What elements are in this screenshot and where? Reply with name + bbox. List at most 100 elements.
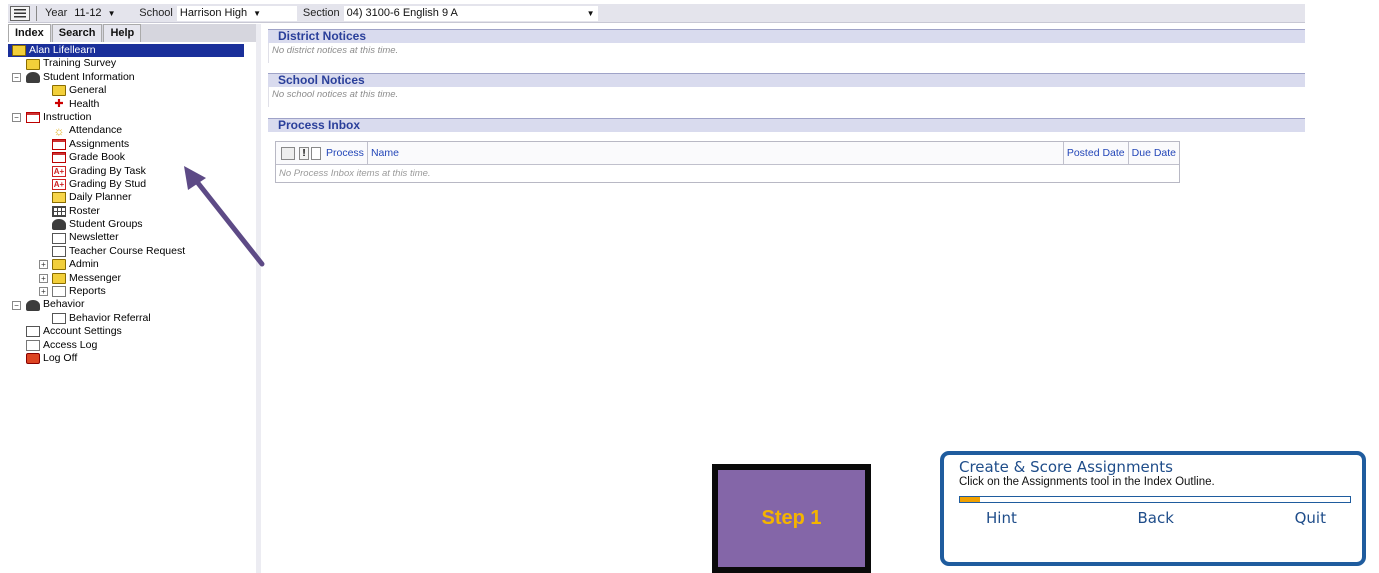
tree-item-label: Grade Book: [69, 151, 126, 164]
expand-icon[interactable]: +: [39, 260, 48, 270]
process-inbox-empty: No Process Inbox items at this time.: [279, 168, 431, 179]
section-value: 04) 3100-6 English 9 A: [346, 7, 458, 19]
school-notices-title: School Notices: [268, 73, 1305, 87]
index-panel: Index Search Help Alan Lifellearn Traini…: [8, 24, 261, 573]
tree-item-label: Log Off: [43, 351, 78, 364]
back-button[interactable]: Back: [1138, 509, 1174, 527]
tree-item-general[interactable]: General: [8, 84, 256, 97]
tree-item-label: Grading By Task: [69, 164, 146, 177]
collapse-icon[interactable]: −: [12, 300, 21, 310]
edit-icon: [52, 313, 66, 324]
folder-icon: [52, 85, 66, 97]
year-select[interactable]: 11-12 ▼: [71, 6, 133, 21]
column-posted-date[interactable]: Posted Date: [1064, 147, 1128, 159]
tree-item-label: Teacher Course Request: [69, 244, 186, 257]
year-label: Year: [45, 7, 68, 19]
tab-index[interactable]: Index: [8, 24, 51, 42]
column-process[interactable]: Process: [323, 147, 367, 159]
district-notices: District Notices No district notices at …: [268, 29, 1305, 63]
tree-item-assignments[interactable]: Assignments: [8, 138, 256, 151]
tree-item-user[interactable]: Alan Lifellearn: [8, 44, 244, 58]
tree-item-label: Student Groups: [69, 218, 143, 231]
chevron-down-icon: ▼: [107, 8, 116, 18]
tab-search[interactable]: Search: [51, 24, 103, 42]
section-select[interactable]: 04) 3100-6 English 9 A ▼: [343, 5, 598, 21]
table-header: ! Process Name Posted Date Due Date: [276, 141, 1179, 165]
district-notices-title: District Notices: [268, 29, 1305, 43]
edit-icon: [52, 246, 66, 258]
tree-item-label: Instruction: [43, 110, 92, 123]
tab-help[interactable]: Help: [103, 24, 142, 42]
tree-item-label: Admin: [69, 258, 99, 271]
document-icon: [52, 286, 66, 298]
step-label: Step 1: [761, 507, 822, 529]
log-off-icon: [26, 353, 40, 365]
expand-icon[interactable]: +: [39, 287, 48, 297]
roster-icon: [52, 205, 66, 217]
folder-icon: [52, 259, 66, 271]
step-box: Step 1: [712, 464, 871, 573]
chevron-down-icon: ▼: [586, 8, 595, 18]
folder-icon: [26, 58, 40, 70]
tree-item-instruction[interactable]: − Instruction: [8, 111, 256, 124]
quit-button[interactable]: Quit: [1295, 509, 1326, 527]
column-name[interactable]: Name: [368, 147, 1063, 159]
tree-item-label: Training Survey: [43, 57, 117, 70]
grading-icon: A+: [52, 179, 66, 191]
tree-item-account-settings[interactable]: Account Settings: [8, 325, 256, 338]
school-select[interactable]: Harrison High ▼: [176, 5, 297, 21]
expand-icon[interactable]: +: [39, 273, 48, 283]
section-label: Section: [302, 7, 340, 19]
tree-item-label: Health: [69, 97, 100, 110]
document-icon: [26, 339, 40, 351]
column-due-date[interactable]: Due Date: [1129, 147, 1179, 159]
tree-item-reports[interactable]: + Reports: [8, 285, 256, 298]
tree-item-log-off[interactable]: Log Off: [8, 352, 256, 365]
attendance-icon: ☼: [53, 123, 65, 138]
process-inbox: Process Inbox: [268, 118, 1305, 132]
tree-item-messenger[interactable]: + Messenger: [8, 272, 256, 285]
tutorial-buttons: Hint Back Quit: [959, 509, 1352, 527]
tree-item-label: Messenger: [69, 271, 121, 284]
tree-item-behavior-referral[interactable]: Behavior Referral: [8, 312, 256, 325]
collapse-icon[interactable]: −: [12, 113, 21, 123]
pointer-arrow-icon: [184, 166, 265, 267]
collapse-icon[interactable]: −: [12, 72, 21, 82]
user-folder-icon: [12, 45, 26, 57]
tree-item-access-log[interactable]: Access Log: [8, 339, 256, 352]
behavior-icon: [26, 299, 40, 311]
hint-button[interactable]: Hint: [986, 509, 1017, 527]
tutorial-instruction: Click on the Assignments tool in the Ind…: [959, 476, 1215, 488]
tree-item-grade-book[interactable]: Grade Book: [8, 151, 256, 164]
school-label: School: [139, 7, 173, 19]
main-content: District Notices No district notices at …: [268, 24, 1305, 132]
toolbar: Year 11-12 ▼ School Harrison High ▼ Sect…: [8, 4, 1305, 23]
tree-item-label: Behavior: [43, 298, 85, 311]
priority-icon: !: [299, 146, 309, 160]
tutorial-panel: Create & Score Assignments Click on the …: [940, 451, 1366, 566]
tree-item-label: Attendance: [69, 124, 123, 137]
edit-icon: [26, 326, 40, 338]
process-inbox-table: ! Process Name Posted Date Due Date No P…: [275, 141, 1180, 183]
process-inbox-title: Process Inbox: [268, 118, 1305, 132]
calendar-icon: [52, 192, 66, 204]
tree-item-label: Behavior Referral: [69, 311, 151, 324]
tree-item-health[interactable]: ✚ Health: [8, 98, 256, 111]
group-icon: [52, 219, 66, 231]
tree-item-label: Grading By Stud: [69, 177, 147, 190]
health-icon: ✚: [54, 97, 64, 110]
tree-item-attendance[interactable]: ☼ Attendance: [8, 124, 256, 137]
tree-item-label: Daily Planner: [69, 191, 132, 204]
student-icon: [26, 71, 40, 83]
grade-book-icon: [52, 152, 66, 164]
select-all-checkbox[interactable]: [281, 146, 295, 160]
district-notices-empty: No district notices at this time.: [268, 43, 1305, 63]
tree-item-training-survey[interactable]: Training Survey: [8, 57, 256, 70]
school-notices-empty: No school notices at this time.: [268, 87, 1305, 107]
tree-item-student-information[interactable]: − Student Information: [8, 71, 256, 84]
menu-icon[interactable]: [10, 5, 30, 21]
tree-item-label: Assignments: [69, 137, 130, 150]
tutorial-progress-bar: [959, 496, 1351, 503]
tree-item-behavior[interactable]: − Behavior: [8, 298, 256, 311]
tree-item-label: General: [69, 84, 107, 97]
